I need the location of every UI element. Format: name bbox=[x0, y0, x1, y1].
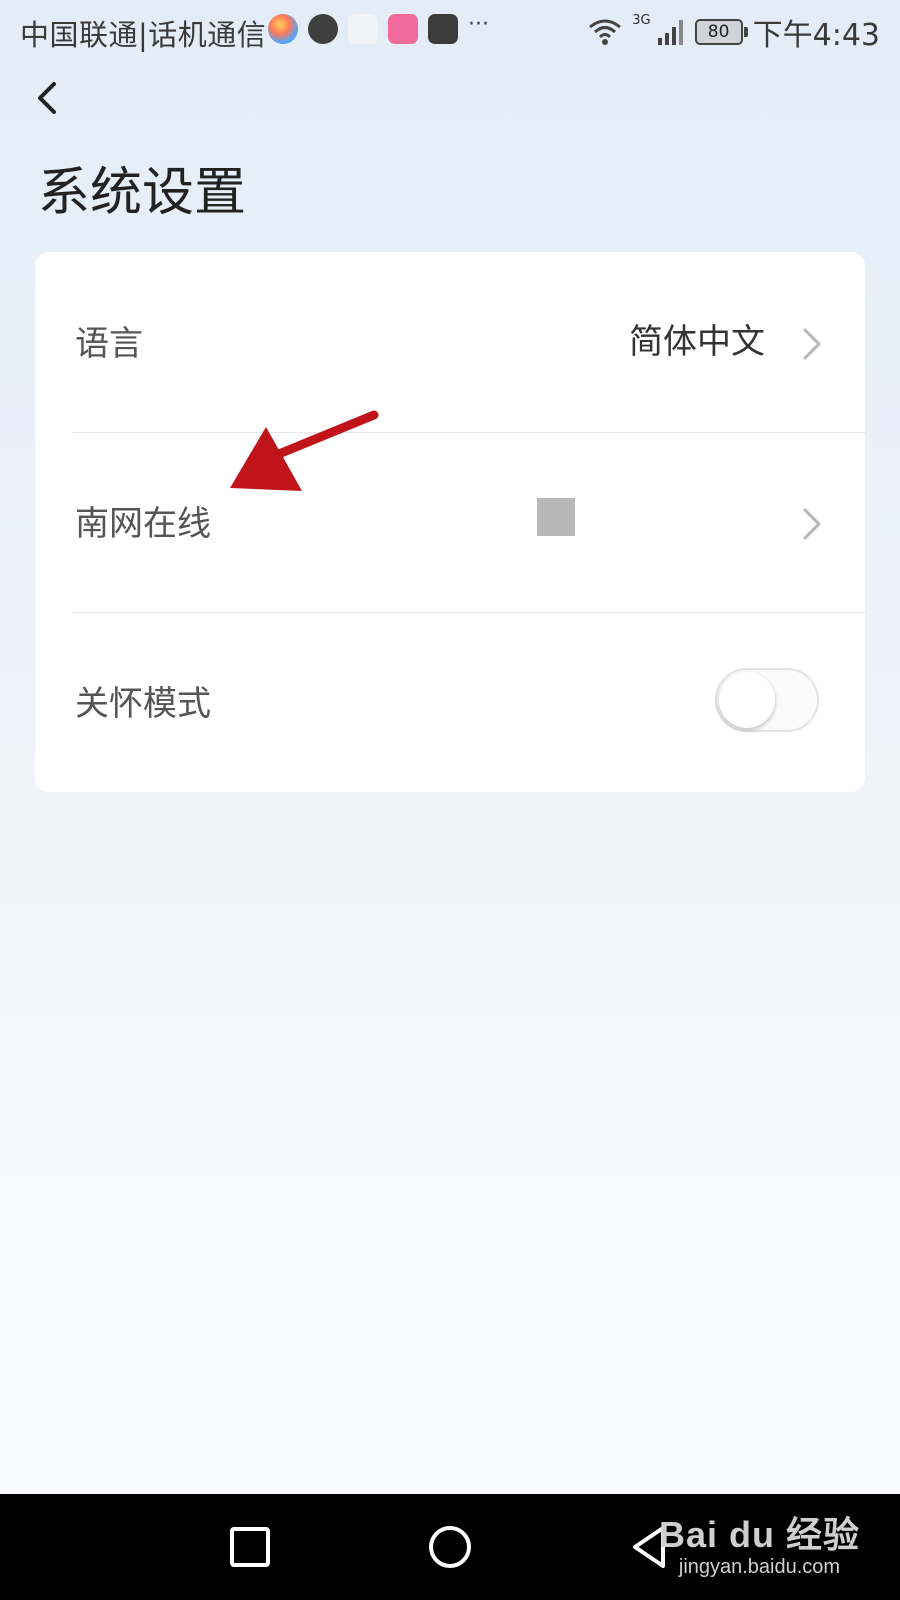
watermark-url: jingyan.baidu.com bbox=[678, 1556, 841, 1578]
care-mode-toggle[interactable] bbox=[715, 668, 819, 732]
settings-card: 语言 简体中文 南网在线 关怀模式 bbox=[35, 252, 865, 792]
chat-notification-icon bbox=[308, 14, 338, 44]
chevron-right-icon bbox=[803, 328, 821, 360]
clock: 下午4:43 bbox=[752, 18, 880, 53]
more-notifications-icon: ··· bbox=[468, 12, 489, 37]
huawei-notification-icon bbox=[428, 14, 458, 44]
language-row[interactable]: 语言 简体中文 bbox=[35, 252, 865, 432]
back-button[interactable] bbox=[28, 76, 68, 120]
carrier-name: 中国联通|话机通信 bbox=[20, 18, 267, 52]
app-notification-icon bbox=[388, 14, 418, 44]
status-bar: 中国联通|话机通信 ··· 3G 80 下午4:43 bbox=[0, 0, 900, 62]
chevron-right-icon bbox=[803, 508, 821, 540]
status-indicators: 3G 80 下午4:43 bbox=[588, 10, 880, 54]
wifi-icon bbox=[589, 19, 622, 45]
battery-icon: 80 bbox=[694, 19, 748, 45]
app-notification-icon bbox=[348, 14, 378, 44]
recent-apps-button[interactable] bbox=[225, 1522, 275, 1572]
watermark-brand: Bai du 经验 bbox=[658, 1514, 860, 1555]
care-mode-label: 关怀模式 bbox=[75, 684, 211, 724]
home-button[interactable] bbox=[425, 1522, 475, 1572]
battery-level: 80 bbox=[707, 22, 730, 42]
page-title: 系统设置 bbox=[38, 163, 247, 223]
toggle-knob bbox=[719, 672, 775, 728]
signal-icon bbox=[657, 20, 683, 45]
nanwang-online-row[interactable]: 南网在线 bbox=[35, 432, 865, 612]
notification-icons: ··· bbox=[268, 14, 489, 44]
navigation-bar: Bai du 经验 jingyan.baidu.com bbox=[0, 1494, 900, 1600]
language-value: 简体中文 bbox=[629, 322, 765, 362]
app-notification-icon bbox=[268, 14, 298, 44]
baidu-jingyan-watermark: Bai du 经验 jingyan.baidu.com bbox=[659, 1506, 860, 1579]
care-mode-row: 关怀模式 bbox=[35, 612, 865, 792]
network-type: 3G bbox=[632, 13, 651, 28]
redacted-value-block bbox=[537, 498, 575, 536]
language-label: 语言 bbox=[75, 324, 143, 364]
annotation-arrow bbox=[230, 410, 379, 491]
chevron-left-icon bbox=[38, 82, 56, 114]
nanwang-online-label: 南网在线 bbox=[75, 504, 211, 544]
